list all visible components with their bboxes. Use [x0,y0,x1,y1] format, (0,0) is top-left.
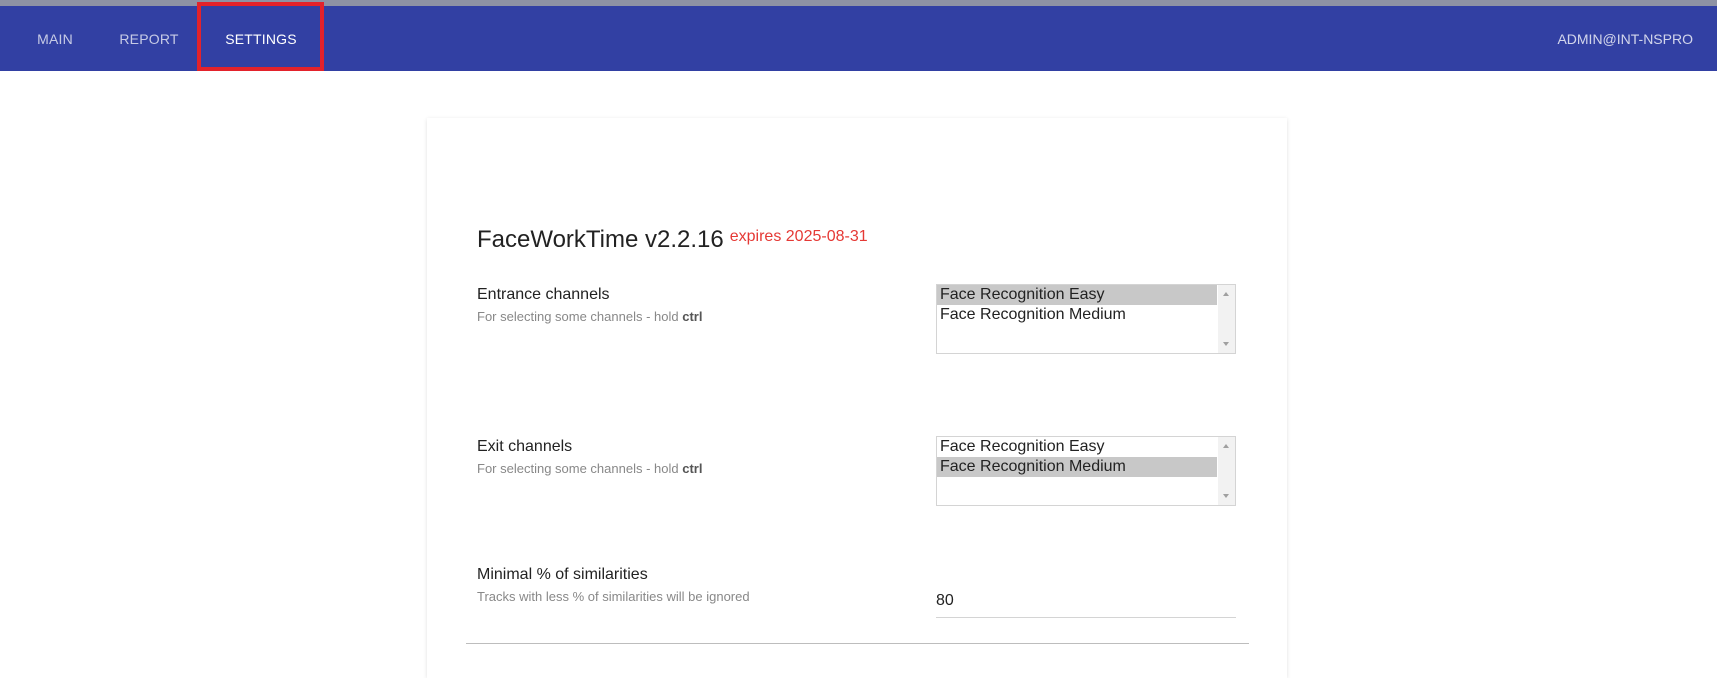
exit-hint-key: ctrl [682,461,703,476]
exit-channels-hint: For selecting some channels - hold ctrl [477,461,702,476]
app-title: FaceWorkTime v2.2.16 [477,226,724,253]
settings-tab-highlight [197,2,324,71]
entrance-hint-key: ctrl [682,309,703,324]
similarity-label: Minimal % of similarities [477,566,648,583]
entrance-channels-select[interactable]: Face Recognition Easy Face Recognition M… [936,284,1236,354]
exit-hint-text: For selecting some channels - hold [477,461,683,476]
scroll-down-arrow-icon[interactable] [1223,494,1229,498]
entrance-option-easy[interactable]: Face Recognition Easy [937,285,1217,305]
similarity-input[interactable] [936,584,1236,618]
tab-main[interactable]: MAIN [20,6,90,71]
exit-channels-select[interactable]: Face Recognition Easy Face Recognition M… [936,436,1236,506]
tab-main-label: MAIN [37,30,73,47]
entrance-hint-text: For selecting some channels - hold [477,309,683,324]
entrance-channels-hint: For selecting some channels - hold ctrl [477,309,702,324]
tab-report[interactable]: REPORT [110,6,188,71]
app-title-row: FaceWorkTime v2.2.16 expires 2025-08-31 [477,226,868,254]
similarity-hint: Tracks with less % of similarities will … [477,589,750,604]
scroll-down-arrow-icon[interactable] [1223,342,1229,346]
expiry-notice: expires 2025-08-31 [729,228,868,245]
scroll-up-arrow-icon[interactable] [1223,292,1229,296]
entrance-option-medium[interactable]: Face Recognition Medium [937,305,1217,325]
exit-option-medium[interactable]: Face Recognition Medium [937,457,1217,477]
tab-report-label: REPORT [119,30,179,47]
user-name: ADMIN@INT-NSPRO [1557,30,1693,47]
exit-channels-label: Exit channels [477,438,573,455]
user-account[interactable]: ADMIN@INT-NSPRO [1557,6,1693,71]
scroll-up-arrow-icon[interactable] [1223,444,1229,448]
entrance-scrollbar[interactable] [1218,285,1235,353]
entrance-channels-label: Entrance channels [477,286,610,303]
settings-card: FaceWorkTime v2.2.16 expires 2025-08-31 E… [427,118,1287,678]
exit-option-easy[interactable]: Face Recognition Easy [937,437,1217,457]
exit-scrollbar[interactable] [1218,437,1235,505]
